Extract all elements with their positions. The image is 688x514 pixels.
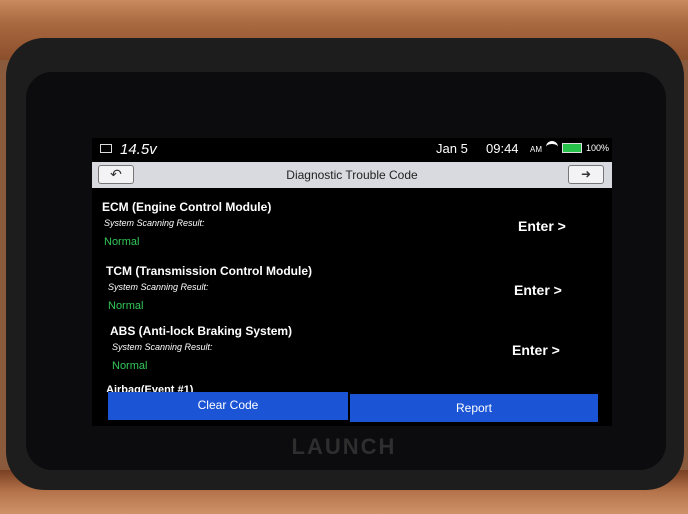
module-list[interactable]: ECM (Engine Control Module) System Scann… xyxy=(92,194,612,392)
exit-icon: ➜ xyxy=(580,167,592,181)
scan-result-label: System Scanning Result: xyxy=(104,218,205,228)
module-name: ABS (Anti-lock Braking System) xyxy=(110,324,293,338)
report-button[interactable]: Report xyxy=(350,394,598,422)
clear-code-button[interactable]: Clear Code xyxy=(108,392,348,420)
list-item: ABS (Anti-lock Braking System) System Sc… xyxy=(110,324,600,384)
title-bar: ↶ Diagnostic Trouble Code ➜ xyxy=(92,162,612,188)
scan-result-value: Normal xyxy=(104,236,140,248)
car-battery-icon xyxy=(100,144,112,153)
list-item: TCM (Transmission Control Module) System… xyxy=(106,264,596,324)
bottom-action-bar: Clear Code Report xyxy=(108,392,598,422)
exit-button[interactable]: ➜ xyxy=(568,165,604,184)
wifi-icon xyxy=(546,141,558,153)
brand-logo: LAUNCH xyxy=(291,434,397,459)
status-ampm: AM xyxy=(530,145,542,154)
module-name: TCM (Transmission Control Module) xyxy=(106,264,312,278)
page-title: Diagnostic Trouble Code xyxy=(286,168,418,182)
scan-result-label: System Scanning Result: xyxy=(112,342,213,352)
list-item: ECM (Engine Control Module) System Scann… xyxy=(102,200,592,260)
module-name: ECM (Engine Control Module) xyxy=(102,200,272,214)
device-screen: 14.5v Jan 5 09:44 AM 100% ↶ Diagnostic T… xyxy=(92,138,612,426)
enter-button[interactable]: Enter > xyxy=(512,342,560,358)
status-bar: 14.5v Jan 5 09:44 AM 100% xyxy=(92,138,612,160)
status-date: Jan 5 xyxy=(436,141,468,156)
enter-button[interactable]: Enter > xyxy=(518,218,566,234)
battery-percent: 100% xyxy=(586,143,610,153)
scan-result-value: Normal xyxy=(112,360,148,372)
list-item-partial: Airbag(Event #1) xyxy=(106,384,194,392)
battery-icon xyxy=(562,143,582,153)
scan-result-label: System Scanning Result: xyxy=(108,282,209,292)
status-time: 09:44 xyxy=(486,141,519,156)
scan-result-value: Normal xyxy=(108,300,144,312)
voltage-readout: 14.5v xyxy=(120,141,157,158)
enter-button[interactable]: Enter > xyxy=(514,282,562,298)
